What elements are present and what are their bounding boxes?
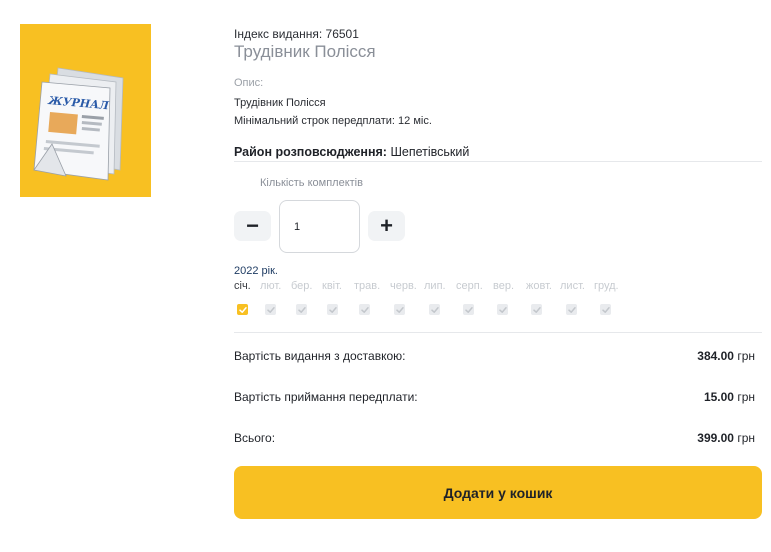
- month-checkbox[interactable]: [600, 304, 611, 315]
- subscription-year: 2022 рік.: [234, 265, 278, 277]
- add-to-cart-button[interactable]: Додати у кошик: [234, 466, 762, 519]
- month-label: квіт.: [322, 280, 342, 292]
- month-label: лип.: [424, 280, 446, 292]
- checkmark-icon: [395, 306, 404, 313]
- description-label: Опис:: [234, 77, 264, 89]
- subscription-fee-label: Вартість приймання передплати:: [234, 390, 418, 404]
- month-checkbox[interactable]: [327, 304, 338, 315]
- month-selector: січ. лют. бер. квіт. трав. черв. лип. серп. вер.…: [234, 280, 634, 320]
- month-checkbox[interactable]: [497, 304, 508, 315]
- total-label: Всього:: [234, 431, 276, 445]
- month-label: трав.: [354, 280, 381, 292]
- decrease-quantity-button[interactable]: −: [234, 211, 271, 241]
- month-checkbox[interactable]: [265, 304, 276, 315]
- district-value: Шепетівський: [390, 145, 470, 159]
- checkmark-icon: [601, 306, 610, 313]
- checkmark-icon: [464, 306, 473, 313]
- divider: [234, 332, 762, 333]
- month-label: бер.: [291, 280, 313, 292]
- checkmark-icon: [297, 306, 306, 313]
- delivery-price-value: 384.00 грн: [697, 349, 755, 363]
- description-text: Трудівник Полісся: [234, 97, 326, 109]
- checkmark-icon: [532, 306, 541, 313]
- total-value: 399.00 грн: [697, 431, 755, 445]
- month-label: лист.: [560, 280, 585, 292]
- month-checkbox[interactable]: [394, 304, 405, 315]
- checkmark-icon: [430, 306, 439, 313]
- month-label: січ.: [234, 280, 251, 292]
- month-checkbox[interactable]: [463, 304, 474, 315]
- checkmark-icon: [567, 306, 576, 313]
- month-checkbox[interactable]: [531, 304, 542, 315]
- district-label: Район розповсюдження:: [234, 145, 387, 159]
- newspaper-stack-illustration: ЖУРНАЛ: [20, 24, 151, 197]
- month-label: черв.: [390, 280, 417, 292]
- checkmark-icon: [238, 306, 247, 313]
- min-subscription-term: Мінімальний строк передплати: 12 міс.: [234, 115, 432, 127]
- checkmark-icon: [498, 306, 507, 313]
- month-checkbox[interactable]: [296, 304, 307, 315]
- subscription-fee-value: 15.00 грн: [703, 390, 755, 404]
- month-label: жовт.: [526, 280, 552, 292]
- month-checkbox[interactable]: [566, 304, 577, 315]
- checkmark-icon: [266, 306, 275, 313]
- checkmark-icon: [360, 306, 369, 313]
- month-label: серп.: [456, 280, 483, 292]
- quantity-input[interactable]: [279, 200, 360, 253]
- distribution-district: Район розповсюдження: Шепетівський: [234, 145, 469, 159]
- month-label: груд.: [594, 280, 619, 292]
- month-checkbox[interactable]: [359, 304, 370, 315]
- publication-index: Індекс видання: 76501: [234, 27, 359, 41]
- product-cover-image: ЖУРНАЛ: [20, 24, 151, 197]
- delivery-price-label: Вартість видання з доставкою:: [234, 349, 406, 363]
- divider: [234, 161, 762, 162]
- month-checkbox[interactable]: [429, 304, 440, 315]
- checkmark-icon: [328, 306, 337, 313]
- month-label: лют.: [260, 280, 282, 292]
- month-checkbox[interactable]: [237, 304, 248, 315]
- increase-quantity-button[interactable]: +: [368, 211, 405, 241]
- month-label: вер.: [493, 280, 515, 292]
- quantity-label: Кількість комплектів: [260, 177, 363, 189]
- publication-title: Трудівник Полісся: [234, 42, 376, 61]
